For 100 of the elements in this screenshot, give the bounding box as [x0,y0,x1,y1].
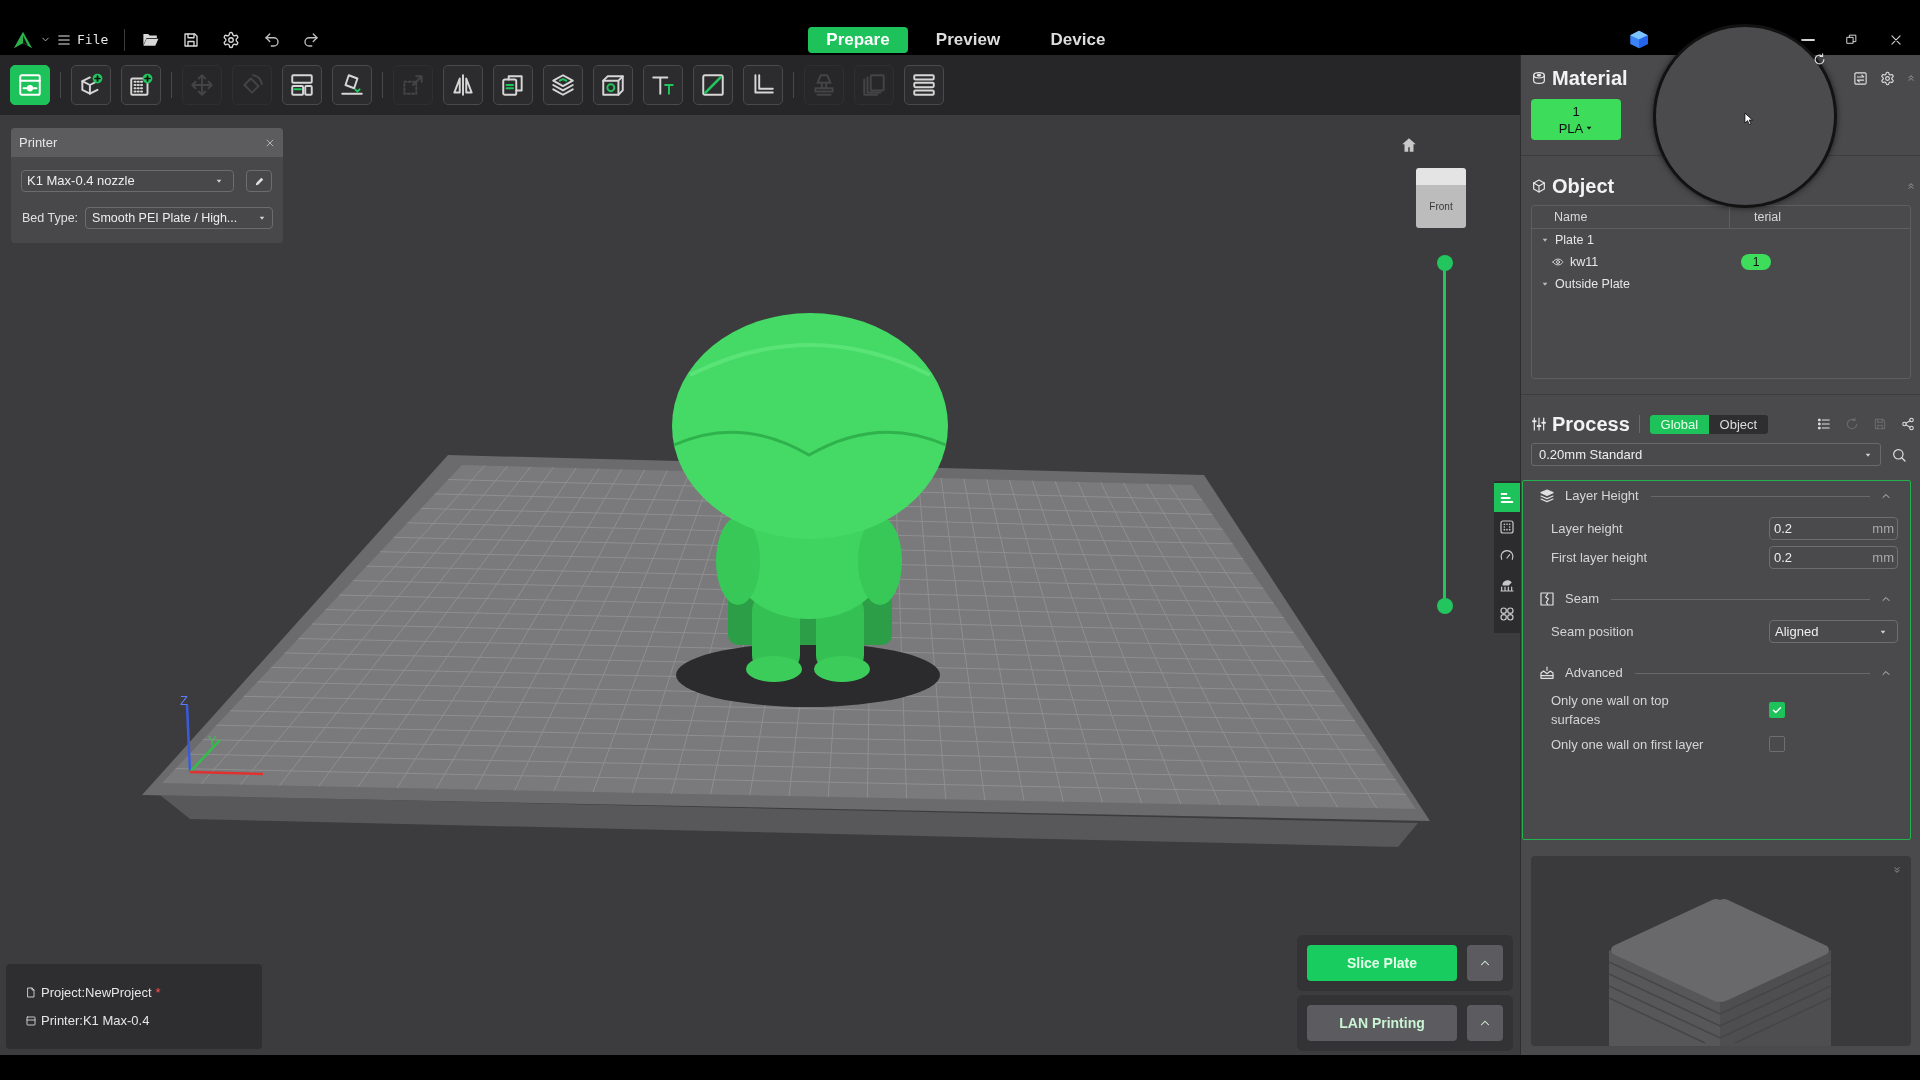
plate-view-icon [17,72,43,98]
expand-triangle-icon[interactable] [1541,236,1549,244]
cube-icon [1531,178,1547,194]
mirror-icon [450,72,476,98]
edit-button[interactable] [246,170,272,192]
slider-thumb[interactable] [1437,255,1453,271]
column-header[interactable]: terial [1754,207,1782,227]
arrange-button[interactable] [282,65,322,105]
view-cube[interactable]: Front [1416,168,1466,228]
layer-range-slider[interactable] [1436,255,1454,614]
tree-item[interactable]: Outside Plate [1555,274,1631,294]
search-icon[interactable] [1891,446,1907,463]
double-chevron-down-icon[interactable] [1893,865,1901,875]
filament-chip[interactable]: 1 PLA [1531,99,1621,140]
group-title: Seam [1565,590,1599,609]
section-heading: Material [1552,66,1628,91]
number-field[interactable]: 0.2 mm [1769,546,1898,569]
lan-print-button[interactable]: LAN Printing [1307,1005,1457,1041]
swap-icon[interactable] [1853,70,1868,86]
four-circles-icon [1499,605,1515,622]
ruler-corner-button[interactable] [743,65,783,105]
axis-label: Z [180,693,188,708]
preset-dropdown[interactable]: 0.20mm Standard [1531,443,1881,466]
list-icon[interactable] [1817,417,1831,431]
settings-icon[interactable] [222,30,241,49]
close-icon[interactable] [1889,32,1903,47]
move-arrows-icon [189,72,215,98]
number-field[interactable]: 0.2 mm [1769,517,1898,540]
circular-arrow-icon[interactable] [1812,52,1827,67]
option-label: Only one wall on first layer [1551,735,1704,754]
copy-button[interactable] [493,65,533,105]
home-icon[interactable] [1400,136,1418,154]
filament-badge[interactable]: 1 [1741,254,1771,270]
expand-triangle-icon[interactable] [1541,280,1549,288]
slash-square-button[interactable] [693,65,733,105]
project-name: Project:NewProject [41,983,152,1002]
printer-box-icon [25,1014,37,1027]
share-icon[interactable] [1901,417,1915,431]
list-button[interactable] [904,65,944,105]
section-heading: Process [1552,412,1630,437]
settings-icon[interactable] [1880,70,1895,86]
axis-label: Y [208,733,217,748]
pencil-icon [253,175,265,187]
seam-icon [1539,591,1555,607]
checkbox[interactable] [1769,736,1785,752]
save-icon[interactable] [182,30,201,49]
tree-item[interactable]: Plate 1 [1555,230,1594,250]
undo-icon[interactable] [263,30,282,49]
scale-icon [400,72,426,98]
layers-diamond-button[interactable] [543,65,583,105]
base-icon [1539,665,1555,681]
file-icon [25,985,37,999]
option-label: Layer height [1551,520,1623,538]
restore-icon[interactable] [1845,33,1858,46]
redo-icon[interactable] [302,30,321,49]
lay-flat-icon [339,72,365,98]
mode-tab[interactable]: Device [1028,26,1128,53]
sliders-icon [1531,416,1547,432]
tree-item[interactable]: kw11 [1570,252,1599,272]
scope-tab[interactable]: Object [1708,414,1768,434]
stacked-pages-icon [861,72,887,98]
group-title: Advanced [1565,664,1623,683]
panel-title: Printer [19,133,58,152]
cube-circle-icon [600,72,626,98]
column-header[interactable]: Name [1554,207,1588,227]
mode-tab[interactable]: Preview [918,26,1018,53]
cube-logo-icon[interactable] [1628,29,1650,50]
slider-thumb[interactable] [1437,598,1453,614]
select-dropdown[interactable]: Aligned [1769,620,1898,643]
eye-icon[interactable] [1552,256,1564,268]
lay-flat-button[interactable] [332,65,372,105]
caret-down-icon [215,177,223,185]
option-label: First layer height [1551,549,1648,567]
checkmark-icon [1771,704,1783,716]
option-label: Only one wall on top surfaces [1551,692,1670,729]
printer-name: Printer:K1 Max-0.4 [41,1012,150,1030]
layers-icon [1539,488,1555,504]
cube-plus-icon [78,72,104,98]
minimize-icon[interactable] [1801,37,1815,42]
bed-type-dropdown[interactable]: Smooth PEI Plate / High... [85,207,274,229]
option-label: Seam position [1551,623,1634,641]
plate-view-button[interactable] [10,65,50,105]
grid-plus-button[interactable] [121,65,161,105]
text-button[interactable] [643,65,683,105]
menu-icon [57,32,71,47]
cube-plus-button[interactable] [71,65,111,105]
cube-circle-button[interactable] [593,65,633,105]
caret-down-icon [258,214,267,222]
printer-dropdown[interactable]: K1 Max-0.4 nozzle [21,170,234,192]
copy-icon [500,72,526,98]
dotted-square-icon [1499,518,1515,535]
spool-icon [1531,70,1547,86]
mirror-button[interactable] [443,65,483,105]
grid-plus-icon [128,72,154,98]
unsaved-mark: * [155,983,161,1002]
3d-viewport[interactable]: Z Y Printer K1 Max-0.4 nozzle Bed Type: Smooth PEI Plate / High... Front Project:NewProject * Printer:K1 Max-0.4 Slice Plate LAN Printing [0,115,1520,1055]
caret-down-icon [1585,124,1594,132]
arrange-icon [289,72,315,98]
checkbox[interactable] [1769,702,1785,718]
file-menu-button[interactable]: File [57,29,109,50]
